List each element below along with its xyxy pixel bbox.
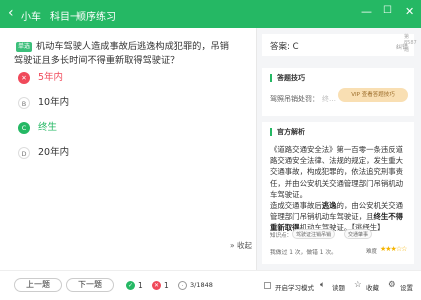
difficulty-label: 难度: [366, 249, 378, 255]
settings-label[interactable]: 设置: [400, 282, 413, 292]
wrong-count: 1: [164, 281, 169, 290]
collapse-label: 收起: [236, 241, 252, 250]
option-text: 终生: [38, 122, 58, 133]
answer-label: 答案: C: [270, 42, 299, 52]
option-text: 20年内: [38, 147, 70, 158]
tip-title: 答题技巧: [270, 74, 305, 82]
check-icon: ✓: [126, 281, 135, 290]
mode-label: 顺序练习: [76, 12, 116, 23]
question-text: 机动车驾驶人造成事故后逃逸构成犯罪的，吊销驾驶证且多长时间不得重新取得驾驶证？: [14, 41, 229, 66]
wrong-icon: ✕: [18, 72, 30, 84]
knowledge-label: 知识点：: [270, 233, 293, 239]
option-c[interactable]: C 终生: [14, 119, 214, 139]
knowledge-tag[interactable]: 驾驶证注销吊销: [292, 229, 336, 239]
question-id: 第8587题: [404, 34, 417, 53]
explanation-card: 官方解析 《道路交通安全法》第一百零一条违反道路交通安全法律、法规的规定，发生重…: [262, 122, 414, 264]
right-count: 1: [138, 281, 143, 290]
prev-button[interactable]: 上一题: [14, 278, 62, 292]
double-chevron-right-icon: »: [230, 241, 235, 250]
tip-masked: 终…: [322, 95, 336, 103]
back-icon[interactable]: ‹: [8, 6, 14, 20]
option-key: D: [18, 147, 30, 159]
car-type-label[interactable]: 小车: [21, 8, 41, 23]
question-type-badge: 单选: [16, 42, 32, 52]
cross-icon: ✕: [152, 281, 161, 290]
knowledge-tag[interactable]: 交通肇事: [344, 229, 373, 239]
option-key: B: [18, 97, 30, 109]
option-a[interactable]: ✕ 5年内: [14, 69, 214, 89]
vip-tip-button[interactable]: VIP 查看答题技巧: [338, 88, 408, 102]
option-b[interactable]: B 10年内: [14, 94, 214, 114]
option-text: 10年内: [38, 97, 70, 108]
next-button[interactable]: 下一题: [66, 278, 114, 292]
study-mode-checkbox[interactable]: [264, 282, 271, 289]
correct-icon: C: [18, 122, 30, 134]
attempt-stats: 我做过 1 次，做错 1 次。: [270, 250, 337, 256]
title-bar: ‹ 小车 科目一 顺序练习 — ☐ ✕: [0, 0, 421, 28]
difficulty-stars: ★★★☆☆: [380, 245, 407, 253]
option-d[interactable]: D 20年内: [14, 144, 214, 164]
answer-card: 答案: C 纠错: [262, 34, 414, 56]
gear-icon[interactable]: ⚙: [388, 280, 396, 290]
explanation-text: 《道路交通安全法》第一百零一条违反道路交通安全法律、法规的规定，发生重大交通事故…: [270, 145, 404, 233]
tip-card: 答题技巧 驾照吊销处罚： 终… VIP 查看答题技巧: [262, 68, 414, 116]
close-icon[interactable]: ✕: [405, 5, 414, 18]
minimize-icon[interactable]: —: [361, 5, 372, 18]
maximize-icon[interactable]: ☐: [383, 5, 392, 16]
option-text: 5年内: [38, 72, 64, 83]
explanation-title: 官方解析: [270, 128, 305, 136]
speaker-icon[interactable]: 🔈︎: [320, 280, 325, 290]
progress-count: 3/1848: [190, 281, 213, 289]
star-icon[interactable]: ☆: [354, 280, 362, 290]
study-mode-label: 开启学习模式: [275, 284, 314, 292]
favorite-label[interactable]: 收藏: [366, 282, 379, 292]
progress-icon[interactable]: ·: [178, 281, 187, 290]
read-question-label[interactable]: 读题: [332, 282, 345, 292]
collapse-button[interactable]: » 收起: [230, 240, 252, 251]
tip-text: 驾照吊销处罚：: [270, 95, 319, 103]
